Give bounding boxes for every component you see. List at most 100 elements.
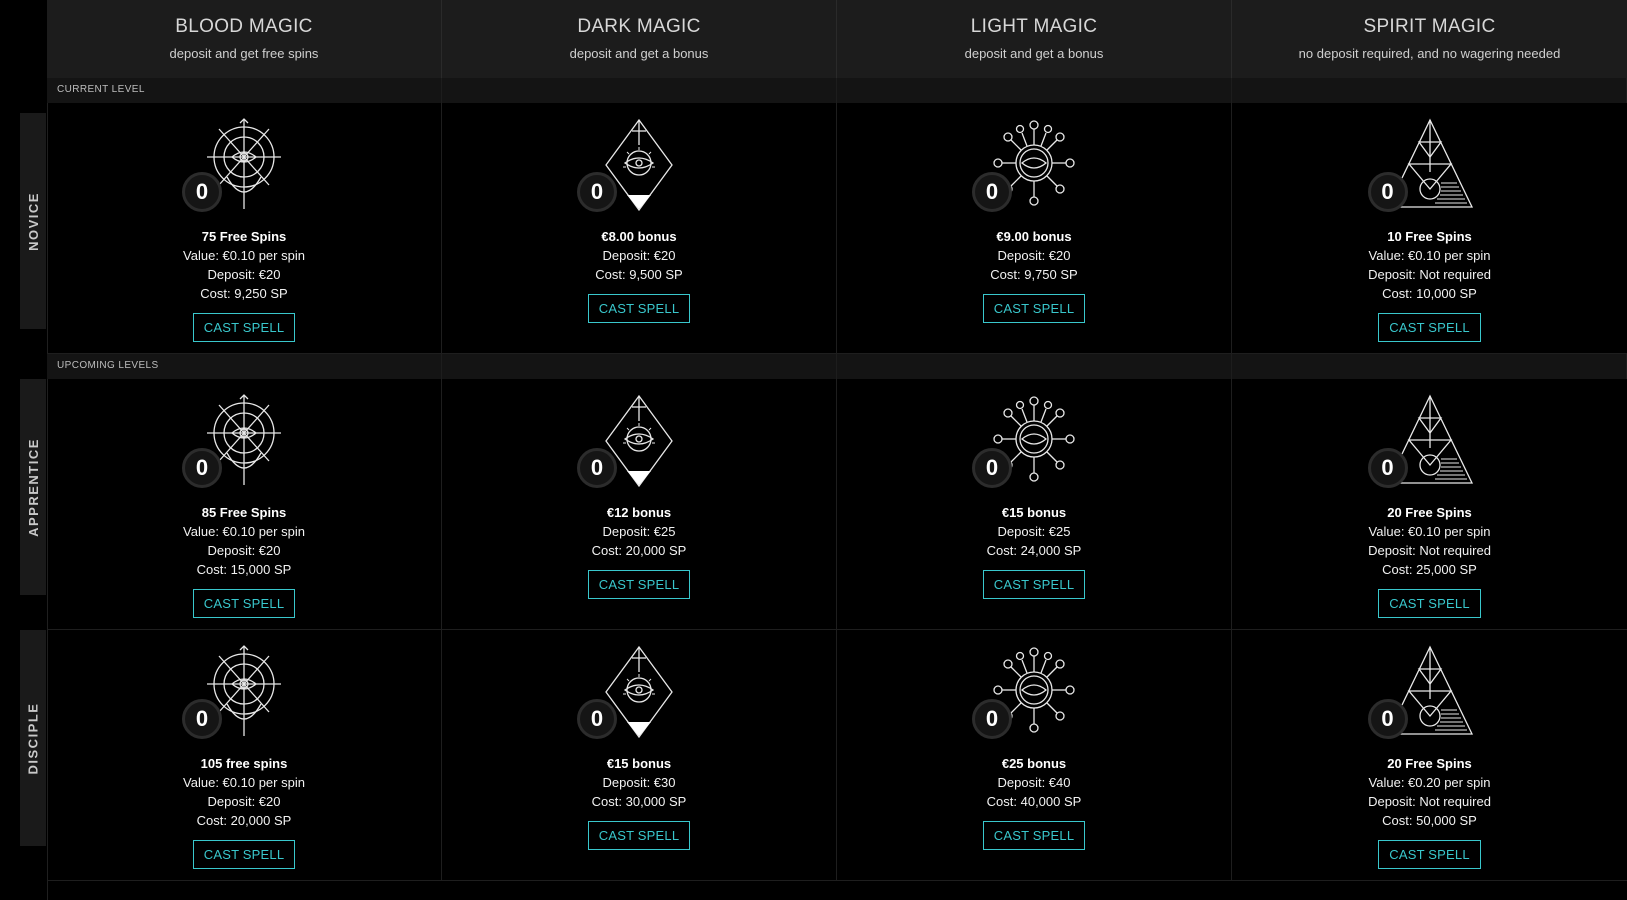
offer-title: 20 Free Spins (1387, 505, 1472, 520)
offer-details: €12 bonus Deposit: €25 Cost: 20,000 SP (442, 503, 836, 560)
spell-count-badge: 0 (577, 172, 617, 212)
offer-details: 105 free spins Value: €0.10 per spin Depos… (47, 754, 441, 830)
offer-line: Cost: 9,750 SP (990, 267, 1078, 282)
offer-title: 20 Free Spins (1387, 756, 1472, 771)
level-name: DISCIPLE (25, 702, 41, 774)
spell-card-blood: 0 105 free spins Value: €0.10 per spin Depo… (47, 630, 442, 880)
offer-line: Cost: 9,500 SP (595, 267, 683, 282)
offer-details: 10 Free Spins Value: €0.10 per spin Deposi… (1232, 227, 1627, 303)
spell-count-badge: 0 (972, 699, 1012, 739)
column-subtitle: no deposit required, and no wagering nee… (1298, 46, 1561, 61)
offer-line: Value: €0.10 per spin (183, 248, 305, 263)
spell-card-light: 0 €15 bonus Deposit: €25 Cost: 24,000 SP CAS… (837, 379, 1232, 629)
offer-title: €15 bonus (1001, 505, 1067, 520)
offer-line: Value: €0.20 per spin (1368, 775, 1491, 790)
cast-spell-button[interactable]: CAST SPELL (587, 294, 691, 323)
offer-title: 10 Free Spins (1387, 229, 1472, 244)
spell-count-badge: 0 (972, 172, 1012, 212)
cast-spell-button[interactable]: CAST SPELL (1378, 313, 1481, 342)
spell-count-badge: 0 (577, 448, 617, 488)
offer-line: Cost: 40,000 SP (986, 794, 1082, 809)
offer-line: Cost: 25,000 SP (1382, 562, 1477, 577)
spell-card-light: 0 €25 bonus Deposit: €40 Cost: 40,000 SP CAS… (837, 630, 1232, 880)
offer-details: €15 bonus Deposit: €25 Cost: 24,000 SP (837, 503, 1231, 560)
cast-spell-button[interactable]: CAST SPELL (587, 570, 691, 599)
level-name: APPRENTICE (25, 437, 41, 537)
offer-line: Deposit: €20 (997, 248, 1071, 263)
offer-details: 75 Free Spins Value: €0.10 per spin Deposi… (47, 227, 441, 303)
offer-details: 20 Free Spins Value: €0.20 per spin Deposi… (1232, 754, 1627, 830)
column-header-spirit: SPIRIT MAGIC no deposit required, and no… (1232, 0, 1627, 78)
spell-card-blood: 0 75 Free Spins Value: €0.10 per spin Depos… (47, 103, 442, 353)
offer-details: 85 Free Spins Value: €0.10 per spin Deposi… (47, 503, 441, 579)
offer-line: Deposit: €20 (602, 248, 676, 263)
level-row-disciple: 0 105 free spins Value: €0.10 per spin Depo… (47, 630, 1627, 881)
offer-line: Deposit: €25 (997, 524, 1071, 539)
column-subtitle: deposit and get a bonus (964, 46, 1104, 61)
offer-line: Deposit: €20 (207, 267, 281, 282)
offer-title: 105 free spins (200, 756, 288, 771)
column-header-blood: BLOOD MAGIC deposit and get free spins (47, 0, 442, 78)
offer-title: €8.00 bonus (601, 229, 677, 244)
spell-count-badge: 0 (182, 172, 222, 212)
column-header-dark: DARK MAGIC deposit and get a bonus (442, 0, 837, 78)
cast-spell-button[interactable]: CAST SPELL (982, 821, 1086, 850)
offer-details: €8.00 bonus Deposit: €20 Cost: 9,500 SP (442, 227, 836, 284)
level-name: NOVICE (25, 191, 41, 251)
offer-title: €25 bonus (1001, 756, 1067, 771)
offer-details: €15 bonus Deposit: €30 Cost: 30,000 SP (442, 754, 836, 811)
section-label: UPCOMING LEVELS (57, 360, 159, 371)
spell-count-badge: 0 (972, 448, 1012, 488)
column-title: BLOOD MAGIC (175, 16, 313, 37)
column-headers: BLOOD MAGIC deposit and get free spins D… (47, 0, 1627, 78)
section-bar-upcoming: UPCOMING LEVELS (47, 354, 1627, 379)
cast-spell-button[interactable]: CAST SPELL (982, 570, 1086, 599)
spell-count-badge: 0 (1367, 699, 1408, 739)
spirit-magic-pyramid-icon: 0 (1367, 117, 1490, 217)
cast-spell-button[interactable]: CAST SPELL (587, 821, 691, 850)
spell-card-spirit: 0 20 Free Spins Value: €0.10 per spin Depos… (1232, 379, 1627, 629)
spell-card-dark: 0 €12 bonus Deposit: €25 Cost: 20,000 SP CAS… (442, 379, 837, 629)
level-label-disciple: DISCIPLE (20, 630, 46, 846)
light-magic-sun-icon: 0 (972, 393, 1094, 493)
offer-line: Deposit: Not required (1368, 794, 1491, 809)
cast-spell-button[interactable]: CAST SPELL (982, 294, 1086, 323)
offer-line: Cost: 9,250 SP (200, 286, 288, 301)
offer-line: Value: €0.10 per spin (183, 775, 305, 790)
offer-title: 75 Free Spins (201, 229, 287, 244)
cast-spell-button[interactable]: CAST SPELL (1378, 840, 1481, 869)
level-label-novice: NOVICE (20, 113, 46, 329)
offer-line: Value: €0.10 per spin (1368, 524, 1491, 539)
blood-magic-sigil-icon: 0 (182, 117, 304, 217)
offer-line: Deposit: €40 (997, 775, 1071, 790)
offer-line: Deposit: €20 (207, 543, 281, 558)
spell-card-dark: 0 €15 bonus Deposit: €30 Cost: 30,000 SP CAS… (442, 630, 837, 880)
spell-count-badge: 0 (182, 699, 222, 739)
offer-title: €12 bonus (606, 505, 672, 520)
offer-line: Cost: 15,000 SP (196, 562, 292, 577)
level-row-apprentice: 0 85 Free Spins Value: €0.10 per spin Depos… (47, 379, 1627, 630)
column-title: DARK MAGIC (577, 16, 701, 37)
offer-line: Deposit: €20 (207, 794, 281, 809)
offer-details: 20 Free Spins Value: €0.10 per spin Deposi… (1232, 503, 1627, 579)
column-title: LIGHT MAGIC (970, 16, 1098, 37)
spell-card-blood: 0 85 Free Spins Value: €0.10 per spin Depos… (47, 379, 442, 629)
cast-spell-button[interactable]: CAST SPELL (1378, 589, 1481, 618)
spell-card-dark: 0 €8.00 bonus Deposit: €20 Cost: 9,500 SP CA… (442, 103, 837, 353)
offer-line: Cost: 20,000 SP (196, 813, 292, 828)
offer-line: Value: €0.10 per spin (1368, 248, 1491, 263)
cast-spell-button[interactable]: CAST SPELL (192, 589, 296, 618)
spell-count-badge: 0 (1367, 172, 1408, 212)
cast-spell-button[interactable]: CAST SPELL (192, 313, 296, 342)
offer-line: Value: €0.10 per spin (183, 524, 305, 539)
spirit-magic-pyramid-icon: 0 (1367, 644, 1490, 744)
offer-details: €9.00 bonus Deposit: €20 Cost: 9,750 SP (837, 227, 1231, 284)
offer-details: €25 bonus Deposit: €40 Cost: 40,000 SP (837, 754, 1231, 811)
offer-line: Cost: 20,000 SP (591, 543, 687, 558)
cast-spell-button[interactable]: CAST SPELL (192, 840, 296, 869)
column-subtitle: deposit and get free spins (169, 46, 319, 61)
spell-card-light: 0 €9.00 bonus Deposit: €20 Cost: 9,750 SP CA… (837, 103, 1232, 353)
section-label: CURRENT LEVEL (57, 84, 145, 95)
column-subtitle: deposit and get a bonus (569, 46, 709, 61)
dark-magic-diamond-icon: 0 (577, 117, 699, 217)
